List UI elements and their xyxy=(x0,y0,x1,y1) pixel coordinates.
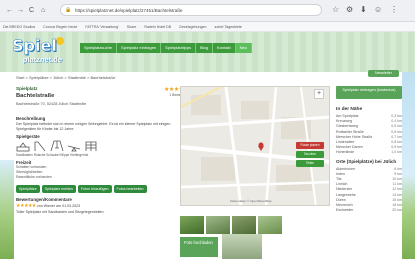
nav-item-blog[interactable]: Blog xyxy=(196,43,213,53)
nearby-heading: In der Nähe xyxy=(336,107,363,112)
main-nav: Spielplatzsuche Spielplatz eintragen Spi… xyxy=(80,43,252,53)
logo-word-top: Spiel xyxy=(12,36,57,55)
equipment-icons xyxy=(16,140,174,152)
action-buttons: Spielplätze Spielplatz melden Fotos hinz… xyxy=(16,185,174,194)
nav-item-add[interactable]: Spielplatz eintragen xyxy=(117,43,162,53)
nav-item-tips[interactable]: Spielplatztipps xyxy=(161,43,196,53)
site-logo[interactable]: Spiel platznet.de xyxy=(12,36,74,70)
review-body: Toller Spielplatz mit Sandkasten und Sit… xyxy=(16,210,105,215)
background-scenery xyxy=(0,160,14,259)
place-address: Bachtelstraße 70, 52428 Jülich Stadtmitt… xyxy=(16,102,87,106)
equipment-heading: Spielgeräte xyxy=(16,134,40,140)
reload-icon[interactable]: C xyxy=(29,6,34,15)
climbing-frame-icon xyxy=(85,141,97,152)
print-button[interactable]: Drucken xyxy=(296,151,324,158)
bookmark-item[interactable]: Die BREDO Studios xyxy=(3,25,35,29)
review-author: von Wiener am 01.03.2023 xyxy=(36,204,81,209)
add-photos-button[interactable]: Fotos hinzufügen xyxy=(77,185,112,194)
places-list: Aldenhoven 6 km Inden 9 km Titz 10 km Linni… xyxy=(336,167,402,214)
reviews-heading: Bewertungen/Kommentare xyxy=(16,197,72,203)
forward-icon[interactable]: → xyxy=(17,6,24,15)
seesaw-icon xyxy=(67,145,81,152)
report-button[interactable]: Spielplatz melden xyxy=(41,185,76,194)
browser-toolbar: ← → C ⌂ 🔒 https://spielplatznet.de/spiel… xyxy=(0,0,415,22)
place-title: Bachtelstraße xyxy=(16,93,55,99)
url-text: https://spielplatznet.de/spielplatz/2745… xyxy=(75,8,183,13)
extensions-icon[interactable]: ⚙ xyxy=(346,5,353,15)
playground-photo[interactable] xyxy=(222,234,262,259)
place-item-name[interactable]: Eschweiler xyxy=(336,208,353,213)
nav-item-search[interactable]: Spielplatzsuche xyxy=(80,43,118,53)
newsletter-button[interactable]: Newsletter xyxy=(368,70,399,77)
address-bar[interactable]: 🔒 https://spielplatznet.de/spielplatz/27… xyxy=(60,4,322,16)
sidebar: Spielplatz eintragen (kostenlos) In der … xyxy=(336,86,402,213)
map-actions: Route planen Drucken Teilen xyxy=(296,142,324,169)
bookmark-star-icon[interactable]: ☆ xyxy=(332,5,339,15)
lock-icon: 🔒 xyxy=(65,7,72,13)
share-button[interactable]: Teilen xyxy=(296,160,324,167)
breadcrumb[interactable]: Start > Spielplätze > Jülich > Stadtmitt… xyxy=(16,75,115,80)
profile-icon[interactable]: ☺ xyxy=(374,5,382,15)
features-list: Schatten vorhanden Sitzmöglichkeiten Ras… xyxy=(16,165,174,180)
sun-icon xyxy=(56,37,64,45)
home-icon[interactable]: ⌂ xyxy=(41,6,45,15)
downloads-icon[interactable]: ⬇ xyxy=(360,5,367,15)
bookmark-item[interactable]: sofort Tagesbiete xyxy=(215,25,242,29)
swing-icon xyxy=(50,140,64,152)
map-attribution[interactable]: Kartendaten © OpenStreetMap xyxy=(230,199,271,203)
places-heading: Orte (Spielplätze) bei Jülich xyxy=(336,158,397,164)
description-heading: Beschreibung xyxy=(16,116,46,121)
photo-thumbnails xyxy=(180,216,282,234)
nav-item-new[interactable]: Neu xyxy=(235,43,252,53)
nearby-item-name[interactable]: Hohenlinde xyxy=(336,150,354,155)
menu-icon[interactable]: ⋮ xyxy=(390,5,398,15)
place-item-distance: 20 km xyxy=(392,208,402,213)
review-meta: ★★★★★ von Wiener am 01.03.2023 xyxy=(16,203,174,209)
logo-word-bottom: platznet.de xyxy=(23,55,63,64)
nearby-item-distance: 1,0 km xyxy=(391,150,402,155)
add-playground-button[interactable]: Spielplatz eintragen (kostenlos) xyxy=(336,86,402,99)
description-text: Der Spielplatz befindet sich in einem ru… xyxy=(16,122,171,131)
route-button[interactable]: Route planen xyxy=(296,142,324,149)
place-details: Spielplatz Bachtelstraße Bachtelstraße 7… xyxy=(16,86,189,215)
photo-thumbnail[interactable] xyxy=(180,216,204,234)
sandbox-icon xyxy=(16,142,30,152)
background-scenery xyxy=(402,72,415,259)
section-label: Spielplatz xyxy=(16,86,38,91)
photo-thumbnail[interactable] xyxy=(232,216,256,234)
map-zoom-button[interactable]: + xyxy=(314,89,324,99)
review-stars: ★★★★★ xyxy=(16,203,36,210)
slide-icon xyxy=(34,141,46,152)
photo-thumbnail[interactable] xyxy=(206,216,230,234)
bookmark-item[interactable]: Radeln Hotel DB xyxy=(144,25,171,29)
nearby-list: Am Sportplatz 0,3 km Kreuzweg 0,4 km Giesb… xyxy=(336,114,402,156)
nav-item-contact[interactable]: Kontakt xyxy=(213,43,236,53)
photo-upload-button[interactable]: Foto hochladen xyxy=(180,237,218,257)
feature-item: Rasenfläche vorhanden xyxy=(16,175,52,180)
bookmarks-bar: Die BREDO Studios Corona Regeln heute FA… xyxy=(0,22,415,32)
bookmark-item[interactable]: FATTRA 'Verwaltung' xyxy=(85,25,118,29)
photo-thumbnail[interactable] xyxy=(258,216,282,234)
bookmark-item[interactable]: Gesetzgebungen xyxy=(179,25,206,29)
bookmark-item[interactable]: Share xyxy=(127,25,137,29)
place-item[interactable]: Eschweiler 20 km xyxy=(336,208,402,213)
playgrounds-button[interactable]: Spielplätze xyxy=(16,185,40,194)
edit-photos-button[interactable]: Fotos bearbeiten xyxy=(113,185,147,194)
equipment-labels: Sandkasten Rutsche Schaukel Wippe Klette… xyxy=(16,153,89,158)
nearby-item[interactable]: Hohenlinde 1,0 km xyxy=(336,150,402,155)
bookmark-item[interactable]: Corona Regeln heute xyxy=(43,25,77,29)
back-icon[interactable]: ← xyxy=(6,6,13,15)
